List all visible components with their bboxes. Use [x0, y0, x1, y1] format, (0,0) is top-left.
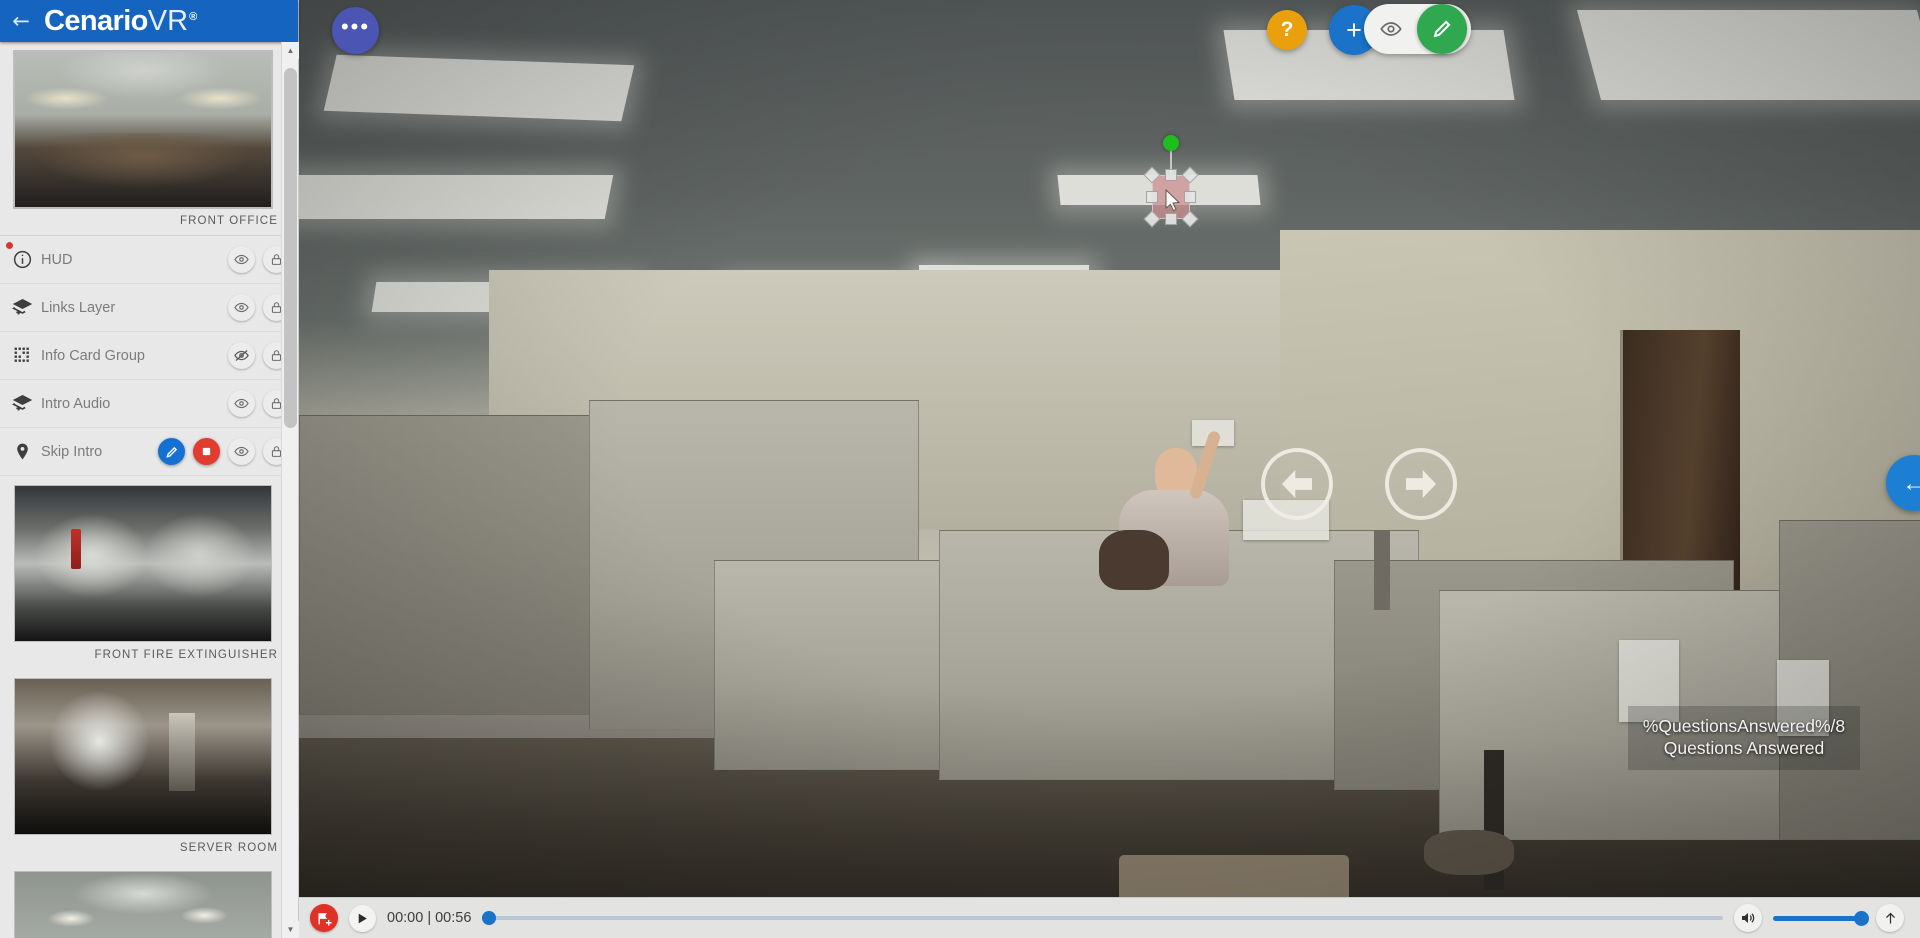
layer-name: Intro Audio	[41, 395, 111, 412]
layers-add-icon	[9, 391, 35, 417]
time-display: 00:00 | 00:56	[387, 910, 472, 926]
pencil-icon[interactable]	[1417, 4, 1467, 54]
record-marker-icon[interactable]	[310, 904, 338, 932]
layer-visibility-toggle-off[interactable]	[228, 342, 255, 369]
app-logo: Cenario VR ®	[44, 5, 197, 38]
cenariovr-editor-window: ← Cenario VR ® FRONT OFFICE HUD Links La…	[0, 0, 1920, 938]
info-circle-icon	[9, 247, 35, 273]
resize-handle-top-center[interactable]	[1165, 169, 1177, 181]
layer-visibility-toggle[interactable]	[228, 390, 255, 417]
layer-row-skip-intro[interactable]: Skip Intro	[0, 428, 298, 476]
layer-row-intro-audio[interactable]: Intro Audio	[0, 380, 298, 428]
layer-row-hud[interactable]: HUD	[0, 236, 298, 284]
resize-handle-middle-left[interactable]	[1146, 191, 1158, 203]
scene-card[interactable]: SERVER ROOM	[0, 669, 298, 862]
grid-dots-icon	[9, 343, 35, 369]
layer-visibility-toggle[interactable]	[228, 246, 255, 273]
floor-object	[1424, 830, 1514, 875]
layer-visibility-toggle[interactable]	[228, 294, 255, 321]
preview-edit-toggle-group	[1364, 4, 1471, 54]
cubicle-panel	[299, 415, 599, 715]
layer-name: Links Layer	[41, 299, 116, 316]
panorama-scene[interactable]	[299, 0, 1920, 938]
rotate-handle[interactable]	[1163, 135, 1179, 151]
logo-registered-mark: ®	[189, 10, 197, 23]
question-counter-overlay: %QuestionsAnswered%/8 Questions Answered	[1628, 706, 1860, 770]
layer-name: Skip Intro	[41, 443, 103, 460]
desk-divider-post	[1374, 530, 1390, 610]
scene-label: FRONT FIRE EXTINGUISHER	[94, 649, 278, 661]
volume-knob[interactable]	[1854, 910, 1869, 926]
seek-slider[interactable]	[482, 911, 1723, 925]
person-shadow	[1099, 530, 1169, 590]
scene-thumbnail[interactable]	[14, 678, 272, 835]
ceiling-light	[323, 54, 635, 122]
seek-knob[interactable]	[482, 911, 497, 925]
scrollbar-down-arrow[interactable]: ▼	[282, 921, 299, 938]
sidebar: ← Cenario VR ® FRONT OFFICE HUD Links La…	[0, 0, 299, 938]
layer-row-links-layer[interactable]: Links Layer	[0, 284, 298, 332]
layer-name: Info Card Group	[41, 347, 145, 364]
layer-list: HUD Links Layer Info Card Group Intro Au…	[0, 235, 298, 476]
volume-slider[interactable]	[1773, 910, 1869, 926]
scene-label: FRONT OFFICE	[180, 215, 278, 227]
more-options-button[interactable]: •••	[332, 7, 379, 54]
scene-card[interactable]: FRONT FIRE EXTINGUISHER	[0, 476, 298, 669]
scene-thumbnail[interactable]	[14, 871, 272, 938]
ceiling-light	[299, 175, 614, 219]
layer-row-info-card-group[interactable]: Info Card Group	[0, 332, 298, 380]
ceiling-light	[1576, 10, 1920, 100]
scene-thumbnail[interactable]	[14, 485, 272, 642]
arrow-up-icon[interactable]	[1876, 904, 1904, 932]
nav-left-button[interactable]	[1261, 448, 1333, 520]
mouse-cursor-icon	[1165, 188, 1182, 217]
logo-text-vr: VR	[147, 4, 189, 37]
layers-add-icon	[9, 295, 35, 321]
nav-right-button[interactable]	[1385, 448, 1457, 520]
back-arrow-icon[interactable]: ←	[10, 10, 32, 32]
resize-handle-middle-right[interactable]	[1184, 191, 1196, 203]
logo-text-cenario: Cenario	[44, 4, 148, 37]
scene-layer-list[interactable]: FRONT OFFICE HUD Links Layer Info Card G…	[0, 42, 298, 938]
media-player-bar: 00:00 | 00:56	[299, 897, 1920, 938]
sidebar-scrollbar[interactable]: ▲ ▼	[281, 42, 299, 938]
scrollbar-up-arrow[interactable]: ▲	[282, 42, 299, 59]
scrollbar-thumb[interactable]	[284, 68, 297, 428]
layer-edit-button[interactable]	[158, 438, 185, 465]
scene-thumbnail[interactable]	[13, 50, 273, 209]
scene-label: SERVER ROOM	[179, 842, 278, 854]
play-button[interactable]	[349, 904, 376, 932]
layer-visibility-toggle[interactable]	[228, 438, 255, 465]
brand-header: ← Cenario VR ®	[0, 0, 298, 42]
scene-card[interactable]: FRONT OFFICE	[0, 42, 298, 235]
help-button[interactable]: ?	[1267, 10, 1307, 50]
scene-viewer[interactable]: ••• ? + ← %QuestionsAnswered%/8 Question…	[299, 0, 1920, 938]
volume-icon[interactable]	[1734, 904, 1762, 932]
eye-icon[interactable]	[1364, 4, 1417, 54]
layer-name: HUD	[41, 251, 73, 268]
layer-stop-button[interactable]	[193, 438, 220, 465]
selected-element[interactable]	[1135, 135, 1201, 242]
layer-actions	[158, 438, 290, 465]
map-pin-icon	[9, 439, 35, 465]
scene-card[interactable]	[0, 862, 298, 938]
